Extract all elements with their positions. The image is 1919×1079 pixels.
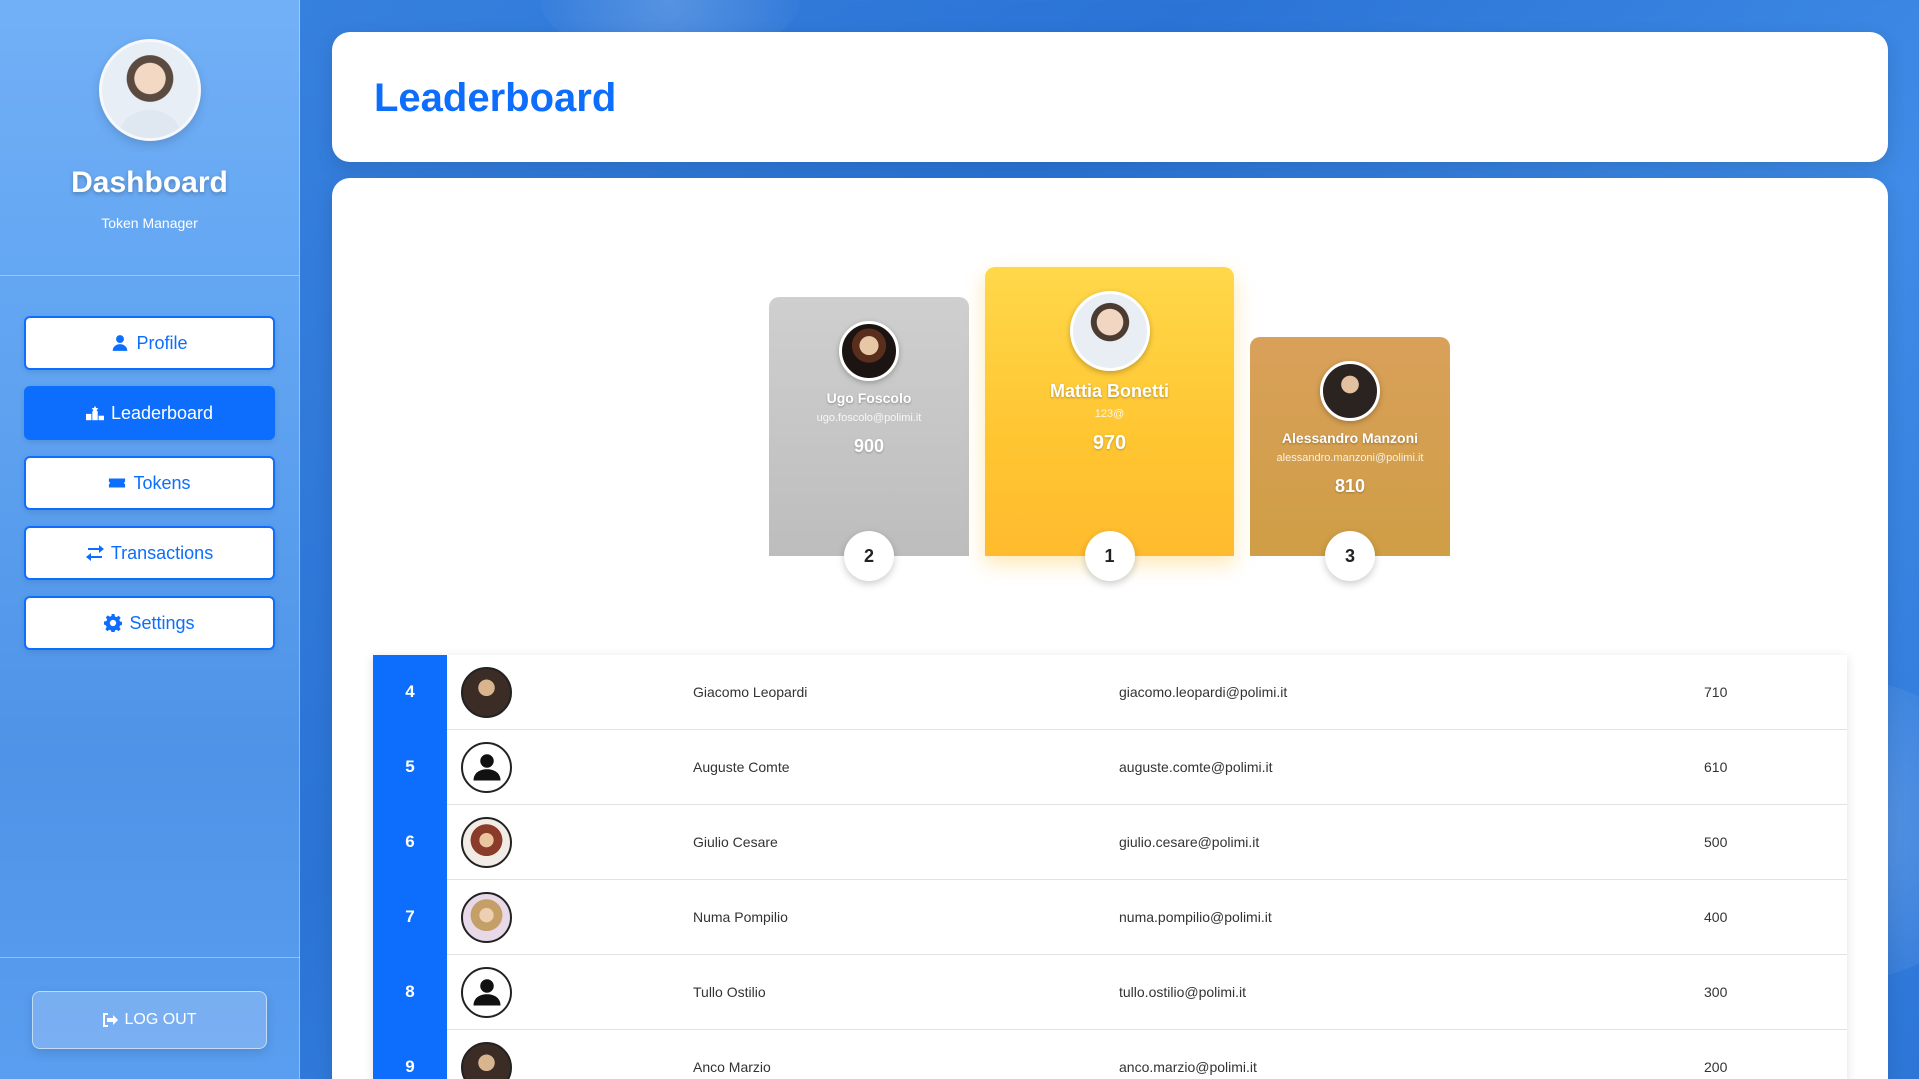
podium-second[interactable]: Ugo Foscolo ugo.foscolo@polimi.it 900 2 [769, 297, 969, 581]
podium-name: Alessandro Manzoni [1281, 430, 1419, 446]
header-card: Leaderboard [332, 32, 1888, 162]
row-rank: 8 [373, 954, 447, 1030]
row-avatar [461, 816, 512, 868]
row-email: giacomo.leopardi@polimi.it [1119, 684, 1288, 700]
row-email: auguste.comte@polimi.it [1119, 759, 1273, 775]
row-score: 710 [1704, 684, 1728, 700]
leaderboard-card: Ugo Foscolo ugo.foscolo@polimi.it 900 2 … [332, 178, 1888, 1079]
podium-score: 810 [1334, 476, 1366, 496]
nav-profile-button[interactable]: Profile [24, 316, 275, 370]
podium-email: 123@ [1094, 408, 1125, 420]
row-score: 500 [1704, 834, 1728, 850]
row-avatar [461, 966, 512, 1018]
podium-avatar [1069, 291, 1150, 371]
podium-name: Ugo Foscolo [826, 390, 912, 406]
row-rank: 6 [373, 804, 447, 880]
nav-settings-button[interactable]: Settings [24, 596, 275, 650]
row-avatar [461, 891, 512, 943]
row-avatar [461, 666, 512, 718]
sidebar: Dashboard Token Manager Profile Leaderbo… [0, 0, 300, 1079]
table-row[interactable]: 6 Giulio Cesare giulio.cesare@polimi.it … [373, 804, 1847, 880]
row-email: anco.marzio@polimi.it [1119, 1059, 1257, 1075]
podium-email: ugo.foscolo@polimi.it [816, 412, 922, 424]
row-score: 610 [1704, 759, 1728, 775]
nav-label: Profile [136, 332, 188, 353]
podium-score: 900 [853, 436, 885, 456]
gear-icon [104, 614, 123, 632]
row-name: Numa Pompilio [693, 909, 788, 925]
podium-avatar [839, 321, 899, 381]
avatar[interactable] [98, 39, 201, 141]
row-avatar [461, 741, 512, 793]
row-score: 400 [1704, 909, 1728, 925]
exchange-icon [85, 545, 104, 561]
leaderboard-table: 4 Giacomo Leopardi giacomo.leopardi@poli… [373, 655, 1847, 1079]
row-rank: 5 [373, 729, 447, 805]
sidebar-footer: LOG OUT [0, 957, 300, 1079]
row-name: Auguste Comte [693, 759, 790, 775]
logout-label: LOG OUT [124, 1011, 197, 1028]
user-icon [113, 335, 128, 351]
nav-leaderboard-button[interactable]: Leaderboard [24, 386, 275, 440]
podium-name: Mattia Bonetti [1050, 381, 1169, 401]
row-score: 300 [1704, 984, 1728, 1000]
row-email: numa.pompilio@polimi.it [1119, 909, 1272, 925]
nav-label: Leaderboard [110, 402, 214, 423]
podium-rank-badge: 3 [1325, 531, 1375, 581]
sidebar-nav: Profile Leaderboard Tokens Transactions … [0, 316, 299, 650]
nav-label: Transactions [110, 542, 214, 563]
podium-rank-badge: 2 [844, 531, 894, 581]
nav-label: Settings [129, 612, 195, 633]
row-name: Tullo Ostilio [693, 984, 766, 1000]
table-row[interactable]: 4 Giacomo Leopardi giacomo.leopardi@poli… [373, 655, 1847, 730]
nav-label: Tokens [133, 472, 191, 493]
table-row[interactable]: 9 Anco Marzio anco.marzio@polimi.it 200 [373, 1029, 1847, 1079]
nav-transactions-button[interactable]: Transactions [24, 526, 275, 580]
row-rank: 7 [373, 879, 447, 955]
sidebar-subtitle: Token Manager [101, 215, 198, 231]
ranking-icon [85, 405, 104, 421]
sidebar-title: Dashboard [71, 166, 228, 199]
table-row[interactable]: 7 Numa Pompilio numa.pompilio@polimi.it … [373, 879, 1847, 955]
podium-score: 970 [1092, 432, 1127, 454]
row-score: 200 [1704, 1059, 1728, 1075]
row-name: Anco Marzio [693, 1059, 771, 1075]
row-email: giulio.cesare@polimi.it [1119, 834, 1260, 850]
podium-avatar [1320, 361, 1380, 421]
ticket-icon [109, 478, 126, 488]
row-name: Giacomo Leopardi [693, 684, 808, 700]
row-avatar [461, 1041, 512, 1079]
sign-out-icon [103, 1013, 119, 1027]
podium-rank-badge: 1 [1084, 531, 1135, 581]
logout-button[interactable]: LOG OUT [32, 991, 267, 1049]
page-title: Leaderboard [374, 76, 617, 120]
sidebar-header: Dashboard Token Manager [0, 0, 299, 276]
row-name: Giulio Cesare [693, 834, 778, 850]
row-rank: 9 [373, 1029, 447, 1079]
podium-first[interactable]: Mattia Bonetti 123@ 970 1 [985, 267, 1234, 581]
nav-tokens-button[interactable]: Tokens [24, 456, 275, 510]
podium-third[interactable]: Alessandro Manzoni alessandro.manzoni@po… [1250, 337, 1450, 581]
table-row[interactable]: 8 Tullo Ostilio tullo.ostilio@polimi.it … [373, 954, 1847, 1030]
default-user-icon [473, 979, 500, 1006]
podium-email: alessandro.manzoni@polimi.it [1276, 452, 1424, 464]
table-row[interactable]: 5 Auguste Comte auguste.comte@polimi.it … [373, 729, 1847, 805]
row-email: tullo.ostilio@polimi.it [1119, 984, 1247, 1000]
default-user-icon [473, 754, 500, 781]
row-rank: 4 [373, 655, 447, 730]
